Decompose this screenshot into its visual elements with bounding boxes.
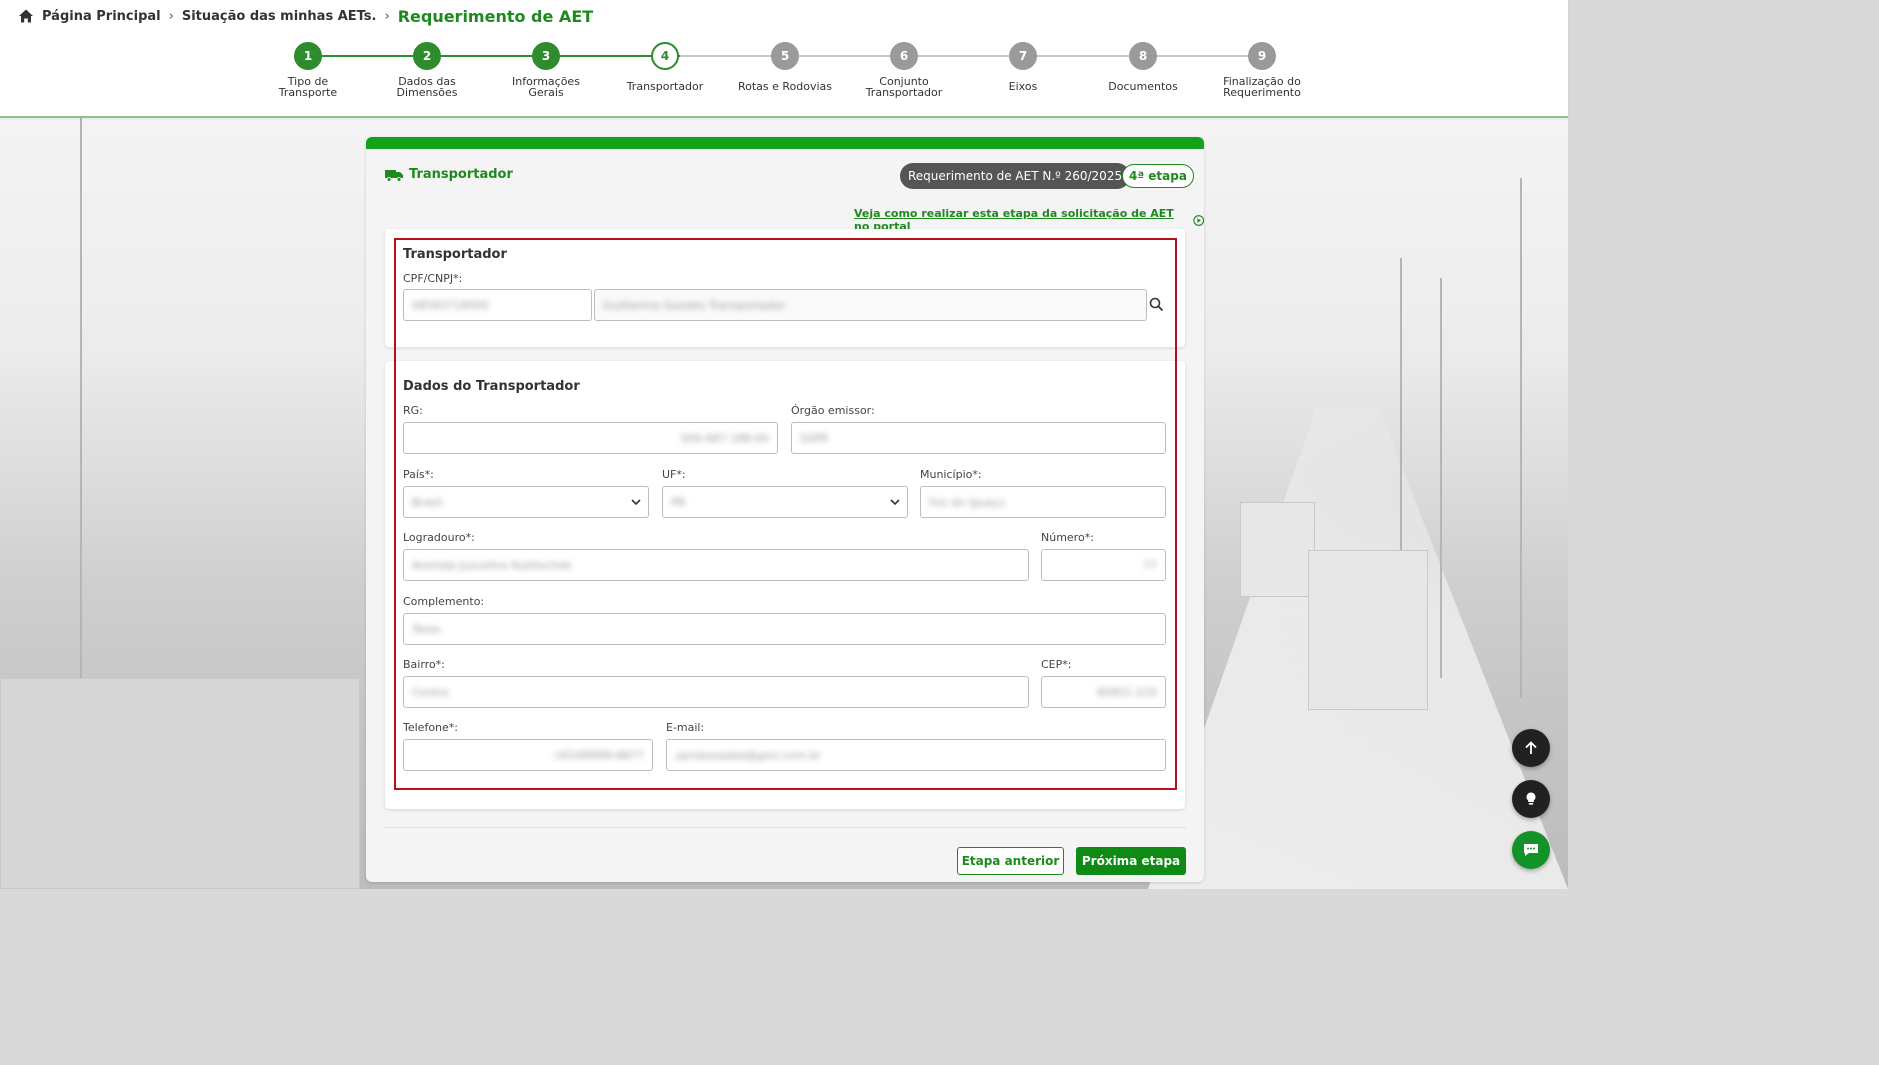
tips-button[interactable] bbox=[1512, 780, 1550, 818]
pais-select[interactable]: Brasil bbox=[403, 486, 649, 518]
logradouro-input[interactable]: Avenida Juscelino Kubitschek bbox=[403, 549, 1029, 581]
chevron-down-icon bbox=[631, 499, 641, 506]
section-heading: Transportador bbox=[403, 247, 507, 262]
logradouro-label: Logradouro*: bbox=[403, 531, 475, 544]
chevron-right-icon: › bbox=[384, 8, 390, 24]
dados-transportador-panel: Dados do Transportador RG: 000.687.188-0… bbox=[385, 361, 1185, 809]
uf-select[interactable]: PR bbox=[662, 486, 908, 518]
stage-badge: 4ª etapa bbox=[1122, 164, 1194, 188]
step-1[interactable]: 1 Tipo de Transporte bbox=[248, 42, 368, 98]
step-5[interactable]: 5 Rotas e Rodovias bbox=[725, 42, 845, 92]
step-label: Dados das Dimensões bbox=[396, 75, 458, 99]
step-label: Informações Gerais bbox=[512, 75, 580, 99]
telefone-input[interactable]: (45)99999-8877 bbox=[403, 739, 653, 771]
step-label: Finalização do Requerimento bbox=[1223, 75, 1301, 99]
step-number: 7 bbox=[1009, 42, 1037, 70]
chat-button[interactable] bbox=[1512, 831, 1550, 869]
stepper: 1 Tipo de Transporte 2 Dados das Dimensões… bbox=[248, 42, 1322, 102]
complemento-label: Complemento: bbox=[403, 595, 485, 608]
orgao-emissor-label: Órgão emissor: bbox=[791, 404, 875, 417]
cpf-input[interactable]: 08583718000 bbox=[403, 289, 592, 321]
step-4[interactable]: 4 Transportador bbox=[605, 42, 725, 92]
orgao-emissor-input[interactable]: SSPR bbox=[791, 422, 1166, 454]
card-title: Transportador bbox=[385, 167, 513, 182]
bairro-input[interactable]: Centro bbox=[403, 676, 1029, 708]
background-lamp bbox=[1520, 178, 1522, 698]
breadcrumb-list-link[interactable]: Situação das minhas AETs. bbox=[182, 9, 377, 24]
step-number: 5 bbox=[771, 42, 799, 70]
step-number: 2 bbox=[413, 42, 441, 70]
scroll-top-button[interactable] bbox=[1512, 729, 1550, 767]
home-icon[interactable] bbox=[18, 8, 34, 24]
pais-label: País*: bbox=[403, 468, 434, 481]
step-2[interactable]: 2 Dados das Dimensões bbox=[367, 42, 487, 98]
truck-icon bbox=[385, 169, 403, 182]
step-number: 4 bbox=[651, 42, 679, 70]
municipio-label: Município*: bbox=[920, 468, 982, 481]
cpf-label: CPF/CNPJ*: bbox=[403, 272, 463, 285]
background-truck bbox=[0, 678, 360, 889]
step-number: 3 bbox=[532, 42, 560, 70]
background-lamp bbox=[80, 118, 82, 738]
bairro-label: Bairro*: bbox=[403, 658, 445, 671]
rg-label: RG: bbox=[403, 404, 423, 417]
background-truck bbox=[1308, 550, 1428, 710]
transportador-panel: Transportador CPF/CNPJ*: 08583718000 Gui… bbox=[385, 229, 1185, 347]
form-card: Transportador Requerimento de AET N.º 26… bbox=[366, 137, 1204, 882]
step-label: Documentos bbox=[1108, 80, 1178, 93]
step-6[interactable]: 6 Conjunto Transportador bbox=[844, 42, 964, 98]
chat-icon bbox=[1524, 844, 1538, 856]
step-label: Tipo de Transporte bbox=[278, 75, 338, 99]
header: Página Principal › Situação das minhas A… bbox=[0, 0, 1568, 118]
email-input[interactable]: upnlaseaaba@gesi.com.br bbox=[666, 739, 1166, 771]
numero-label: Número*: bbox=[1041, 531, 1094, 544]
step-8[interactable]: 8 Documentos bbox=[1083, 42, 1203, 92]
rg-input[interactable]: 000.687.188-00 bbox=[403, 422, 778, 454]
step-number: 9 bbox=[1248, 42, 1276, 70]
background-truck bbox=[1240, 502, 1315, 597]
arrow-up-icon bbox=[1525, 741, 1537, 754]
chevron-right-icon: › bbox=[168, 8, 174, 24]
lightbulb-icon bbox=[1526, 792, 1536, 805]
search-icon[interactable] bbox=[1149, 297, 1164, 312]
breadcrumb-current: Requerimento de AET bbox=[397, 6, 594, 26]
step-label: Rotas e Rodovias bbox=[737, 80, 833, 93]
email-label: E-mail: bbox=[666, 721, 705, 734]
card-title-label: Transportador bbox=[409, 167, 513, 182]
uf-label: UF*: bbox=[662, 468, 686, 481]
step-label: Conjunto Transportador bbox=[865, 75, 943, 99]
transportador-name-input: Guilherme Guedes Transportador bbox=[594, 289, 1147, 321]
breadcrumb-home-link[interactable]: Página Principal bbox=[42, 9, 161, 24]
step-label: Eixos bbox=[1008, 80, 1038, 93]
next-step-button[interactable]: Próxima etapa bbox=[1076, 847, 1186, 875]
section-heading: Dados do Transportador bbox=[403, 379, 580, 394]
telefone-label: Telefone*: bbox=[403, 721, 458, 734]
numero-input[interactable]: 77 bbox=[1041, 549, 1166, 581]
municipio-input[interactable]: Foz do Iguaçu bbox=[920, 486, 1166, 518]
divider bbox=[384, 827, 1186, 828]
step-7[interactable]: 7 Eixos bbox=[963, 42, 1083, 92]
chevron-down-icon bbox=[890, 499, 900, 506]
background-lamp bbox=[1440, 278, 1442, 678]
request-number-badge: Requerimento de AET N.º 260/2025 bbox=[900, 163, 1131, 189]
step-number: 6 bbox=[890, 42, 918, 70]
complemento-input[interactable]: Teste bbox=[403, 613, 1166, 645]
step-number: 1 bbox=[294, 42, 322, 70]
cep-input[interactable]: 85851-210 bbox=[1041, 676, 1166, 708]
cep-label: CEP*: bbox=[1041, 658, 1072, 671]
step-9[interactable]: 9 Finalização do Requerimento bbox=[1202, 42, 1322, 98]
play-circle-icon bbox=[1192, 214, 1204, 226]
previous-step-button[interactable]: Etapa anterior bbox=[957, 847, 1064, 875]
step-3[interactable]: 3 Informações Gerais bbox=[486, 42, 606, 98]
step-label: Transportador bbox=[626, 80, 704, 93]
step-number: 8 bbox=[1129, 42, 1157, 70]
breadcrumb: Página Principal › Situação das minhas A… bbox=[18, 6, 593, 26]
